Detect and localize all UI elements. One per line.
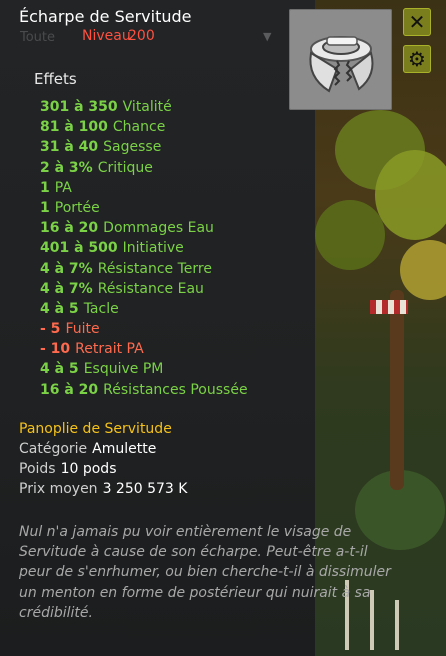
item-category: Catégorie Amulette bbox=[19, 441, 156, 457]
effect-line: 31 à 40 Sagesse bbox=[40, 139, 162, 156]
price-label: Prix moyen bbox=[19, 481, 98, 497]
item-level-value: 200 bbox=[128, 28, 155, 44]
effect-line: 1 PA bbox=[40, 179, 72, 196]
close-icon: ✕ bbox=[408, 10, 426, 34]
item-price: Prix moyen 3 250 573 K bbox=[19, 481, 187, 497]
item-weight: Poids 10 pods bbox=[19, 461, 117, 477]
item-description: Nul n'a jamais pu voir entièrement le vi… bbox=[19, 524, 391, 621]
effect-line: 401 à 500 Initiative bbox=[40, 240, 184, 257]
item-icon-frame bbox=[289, 9, 392, 110]
effects-list: 301 à 350 Vitalité 81 à 100 Chance 31 à 40… bbox=[40, 97, 248, 400]
effect-line: 4 à 5 Esquive PM bbox=[40, 361, 164, 378]
price-value: 3 250 573 K bbox=[102, 481, 188, 497]
gear-icon: ⚙ bbox=[408, 47, 426, 71]
close-button[interactable]: ✕ bbox=[403, 8, 431, 36]
settings-button[interactable]: ⚙ bbox=[403, 45, 431, 73]
weight-value: 10 pods bbox=[60, 461, 117, 477]
scarf-icon bbox=[309, 36, 374, 93]
effect-line: 4 à 5 Tacle bbox=[40, 300, 119, 317]
effect-line: 16 à 20 Dommages Eau bbox=[40, 220, 214, 237]
item-tooltip: Écharpe de Servitude Niveau 200 Effets 3… bbox=[0, 0, 446, 656]
weight-label: Poids bbox=[19, 461, 56, 477]
effect-line: 4 à 7% Résistance Terre bbox=[40, 260, 212, 277]
effect-line: 16 à 20 Résistances Poussée bbox=[40, 381, 248, 398]
item-name: Écharpe de Servitude bbox=[19, 7, 192, 26]
effect-line: - 5 Fuite bbox=[40, 321, 100, 338]
effect-line: 81 à 100 Chance bbox=[40, 119, 166, 136]
effect-line: 301 à 350 Vitalité bbox=[40, 99, 172, 115]
effect-line: 2 à 3% Critique bbox=[40, 159, 153, 176]
effect-line: 1 Portée bbox=[40, 199, 100, 216]
item-level-label: Niveau bbox=[82, 28, 131, 44]
category-label: Catégorie bbox=[19, 441, 88, 457]
effect-line: - 10 Retrait PA bbox=[40, 341, 144, 358]
category-value: Amulette bbox=[92, 441, 157, 457]
effect-line: 4 à 7% Résistance Eau bbox=[40, 280, 204, 297]
effects-title: Effets bbox=[34, 70, 77, 88]
set-link[interactable]: Panoplie de Servitude bbox=[19, 421, 172, 437]
